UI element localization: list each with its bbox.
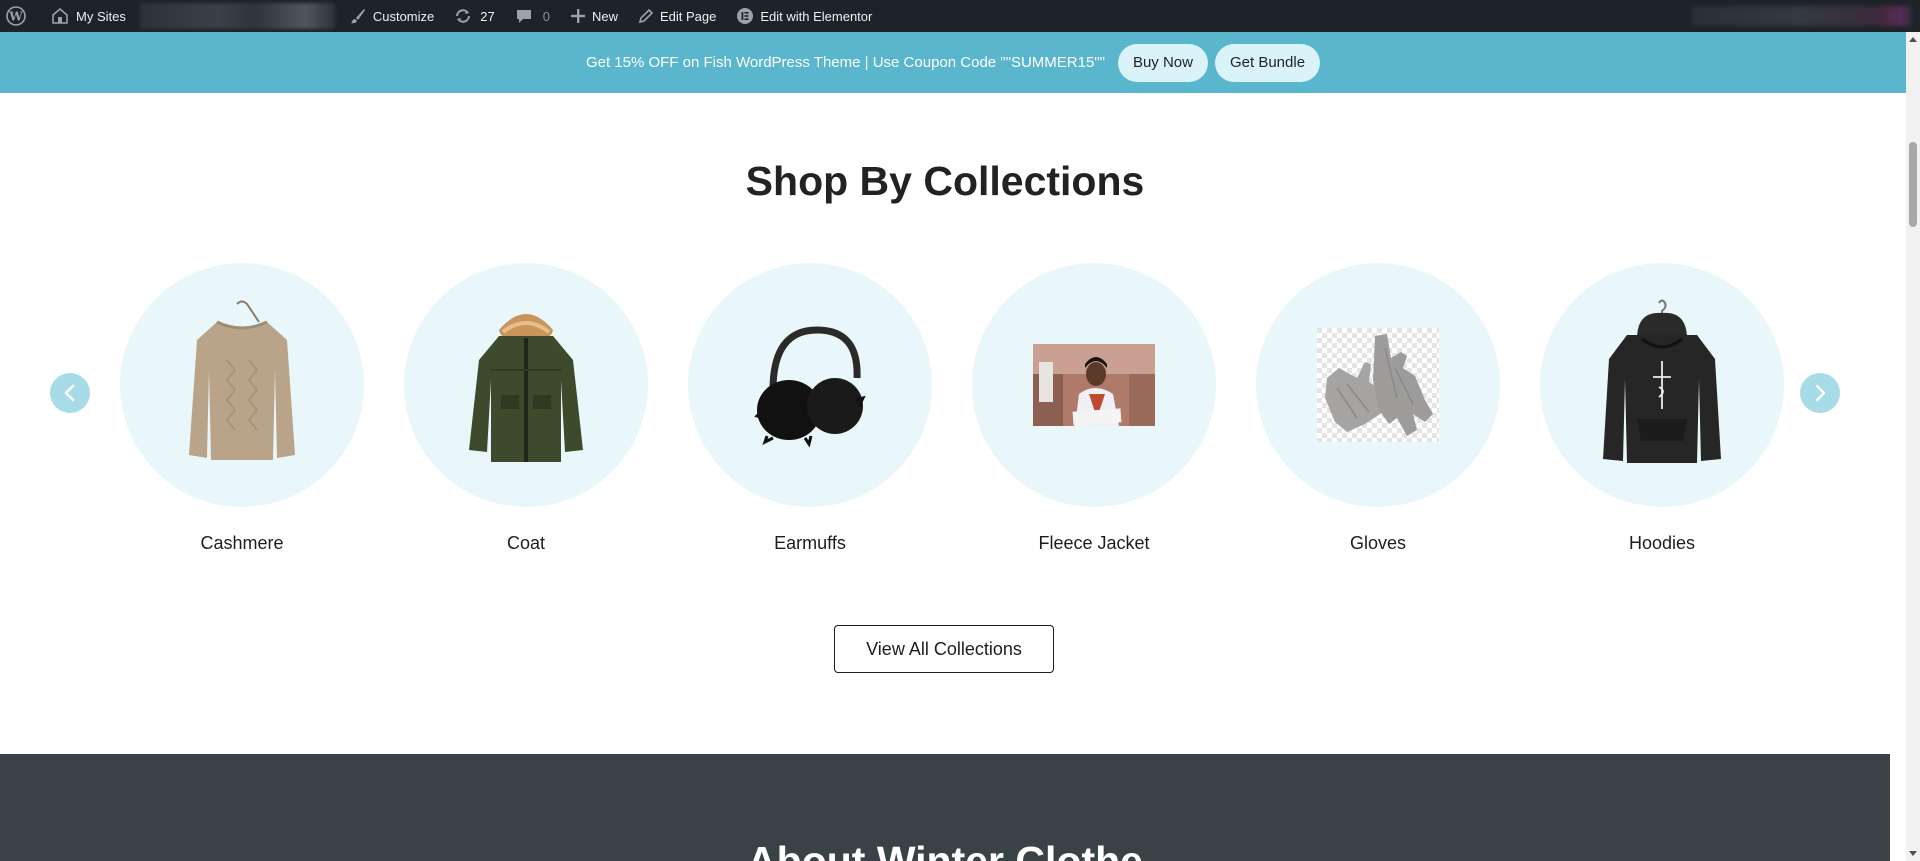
collection-item-earmuffs[interactable]: Earmuffs <box>688 263 932 554</box>
comments-count: 0 <box>542 8 550 24</box>
about-section: About Winter Clothe <box>0 754 1890 861</box>
collection-circle[interactable] <box>972 263 1216 507</box>
view-all-collections-button[interactable]: View All Collections <box>834 625 1054 673</box>
sweater-image <box>189 300 295 460</box>
my-sites-label: My Sites <box>76 8 126 24</box>
updates-icon <box>456 9 471 23</box>
edit-page-label: Edit Page <box>659 8 717 24</box>
customize-link[interactable]: Customize <box>339 0 444 32</box>
collection-item-fleece-jacket[interactable]: Fleece Jacket <box>972 263 1216 554</box>
collection-label[interactable]: Cashmere <box>120 533 364 554</box>
comment-bubble-icon <box>516 10 531 23</box>
updates-link[interactable]: 27 <box>444 0 504 32</box>
promo-text: Get 15% OFF on Fish WordPress Theme | Us… <box>585 54 1105 71</box>
comments-link[interactable]: 0 <box>505 0 560 32</box>
customize-label: Customize <box>372 8 435 24</box>
get-bundle-button[interactable]: Get Bundle <box>1214 43 1321 82</box>
collection-circle[interactable] <box>1256 263 1500 507</box>
collections-carousel: Cashmere Coat Earmuffs Fleece Jacket Glo… <box>0 263 1890 583</box>
collection-circle[interactable] <box>688 263 932 507</box>
my-sites-menu[interactable]: My Sites <box>40 0 136 32</box>
collection-label[interactable]: Gloves <box>1256 533 1500 554</box>
updates-count: 27 <box>480 8 495 24</box>
wp-admin-bar: W My Sites Customize 27 0 New Edit Page … <box>0 0 1920 32</box>
knit-gloves-image <box>1317 328 1439 442</box>
svg-text:W: W <box>8 10 23 24</box>
edit-page-link[interactable]: Edit Page <box>628 0 726 32</box>
buy-now-button[interactable]: Buy Now <box>1117 43 1208 82</box>
scrollbar-thumb[interactable] <box>1909 142 1917 227</box>
collection-circle[interactable] <box>120 263 364 507</box>
collection-label[interactable]: Coat <box>404 533 648 554</box>
new-label: New <box>591 8 618 24</box>
site-name-redacted[interactable] <box>139 3 335 29</box>
edit-elementor-link[interactable]: Edit with Elementor <box>726 0 882 32</box>
promo-banner: Get 15% OFF on Fish WordPress Theme | Us… <box>0 32 1906 93</box>
collection-item-hoodies[interactable]: Hoodies <box>1540 263 1784 554</box>
about-title: About Winter Clothe <box>747 838 1143 861</box>
collection-item-coat[interactable]: Coat <box>404 263 648 554</box>
chevron-right-icon <box>1815 384 1826 402</box>
edit-elementor-label: Edit with Elementor <box>760 8 873 24</box>
carousel-next-button[interactable] <box>1800 373 1840 413</box>
collection-label[interactable]: Fleece Jacket <box>972 533 1216 554</box>
scroll-up-arrow-icon[interactable] <box>1909 37 1917 42</box>
collection-label[interactable]: Hoodies <box>1540 533 1784 554</box>
collection-label[interactable]: Earmuffs <box>688 533 932 554</box>
chevron-left-icon <box>64 384 75 402</box>
page-scrollbar[interactable] <box>1906 32 1920 861</box>
collection-item-cashmere[interactable]: Cashmere <box>120 263 364 554</box>
account-menu-redacted[interactable] <box>1692 6 1912 26</box>
wordpress-logo-icon[interactable]: W <box>0 0 40 32</box>
hoodie-image <box>1603 299 1721 463</box>
new-content-link[interactable]: New <box>560 0 628 32</box>
woman-reading-photo <box>1033 344 1155 426</box>
earmuffs-image <box>754 326 866 448</box>
carousel-prev-button[interactable] <box>50 373 90 413</box>
section-title: Shop By Collections <box>745 158 1145 204</box>
elementor-icon <box>737 8 754 24</box>
collection-circle[interactable] <box>404 263 648 507</box>
plus-icon <box>570 9 585 23</box>
my-sites-icon <box>52 7 68 24</box>
parka-coat-image <box>469 314 583 462</box>
paintbrush-icon <box>350 9 365 24</box>
collection-circle[interactable] <box>1540 263 1784 507</box>
collection-item-gloves[interactable]: Gloves <box>1256 263 1500 554</box>
pencil-icon <box>638 8 654 24</box>
scroll-down-arrow-icon[interactable] <box>1909 851 1917 856</box>
shop-by-collections-section: Shop By Collections Cashmere Coat Earmuf… <box>0 93 1890 754</box>
